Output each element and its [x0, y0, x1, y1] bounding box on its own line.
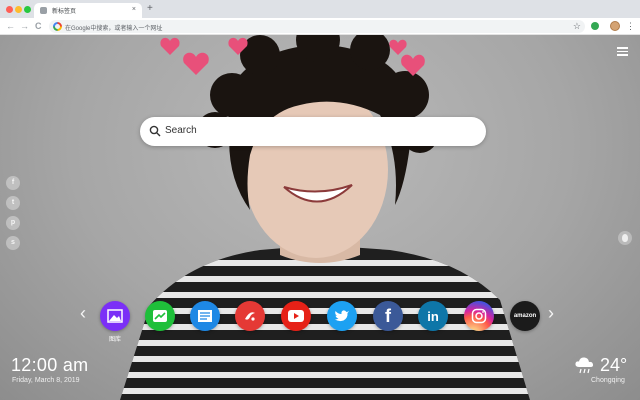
news-app-icon[interactable]: [190, 301, 220, 331]
back-button[interactable]: ←: [6, 20, 15, 32]
forward-button[interactable]: →: [20, 20, 29, 32]
clock-date: Friday, March 8, 2019: [12, 377, 80, 384]
twitter-app-icon[interactable]: [327, 301, 357, 331]
browser-menu-button[interactable]: ⋮: [626, 20, 635, 32]
google-icon: [53, 22, 62, 31]
tab-new-tab[interactable]: 新标签页 ×: [34, 3, 142, 18]
maximize-window-button[interactable]: [24, 6, 31, 13]
gallery-app-icon[interactable]: [100, 301, 130, 331]
gallery-app-label: 图库: [108, 337, 121, 343]
search-input[interactable]: Search: [140, 117, 486, 146]
weather-city: Chongqing: [591, 377, 625, 384]
amazon-app-icon[interactable]: amazon: [510, 301, 540, 331]
menu-icon[interactable]: [617, 47, 628, 56]
tab-favicon-icon: [40, 7, 47, 14]
search-placeholder: Search: [165, 125, 197, 136]
linkedin-app-icon[interactable]: in: [418, 301, 448, 331]
browser-toolbar: ← → C 在Google中搜索，或者输入一个网址 ☆ ⋮: [0, 18, 640, 35]
minimize-window-button[interactable]: [15, 6, 22, 13]
search-icon: [149, 125, 161, 137]
game-app-icon[interactable]: [235, 301, 265, 331]
facebook-app-icon[interactable]: f: [373, 301, 403, 331]
dock-next-arrow[interactable]: ›: [548, 303, 554, 323]
extension-icon[interactable]: [591, 22, 599, 30]
skype-share-icon[interactable]: s: [6, 236, 20, 250]
facebook-share-icon[interactable]: f: [6, 176, 20, 190]
instagram-app-icon[interactable]: [464, 301, 494, 331]
twitter-share-icon[interactable]: t: [6, 196, 20, 210]
pinterest-share-icon[interactable]: p: [6, 216, 20, 230]
reload-button[interactable]: C: [35, 20, 42, 32]
side-toggle-icon[interactable]: [618, 231, 632, 245]
youtube-app-icon[interactable]: [281, 301, 311, 331]
background-photo: [120, 35, 530, 400]
close-window-button[interactable]: [6, 6, 13, 13]
weather-temperature: 24°: [600, 355, 628, 375]
tab-close-button[interactable]: ×: [132, 5, 136, 15]
address-bar[interactable]: 在Google中搜索，或者输入一个网址 ☆: [49, 20, 585, 33]
stocks-app-icon[interactable]: [145, 301, 175, 331]
tab-title: 新标签页: [52, 9, 77, 15]
cloud-rain-icon: [575, 357, 594, 374]
bookmark-star-icon[interactable]: ☆: [573, 20, 581, 33]
tab-strip: 新标签页 × +: [0, 0, 640, 18]
new-tab-page: Search f t p s ‹ › 图库 f in amazon 12:00 …: [0, 35, 640, 400]
new-tab-button[interactable]: +: [147, 3, 153, 15]
profile-avatar[interactable]: [610, 21, 620, 31]
dock-prev-arrow[interactable]: ‹: [80, 303, 86, 323]
address-bar-placeholder: 在Google中搜索，或者输入一个网址: [65, 26, 163, 32]
clock-time: 12:00 am: [11, 355, 89, 375]
